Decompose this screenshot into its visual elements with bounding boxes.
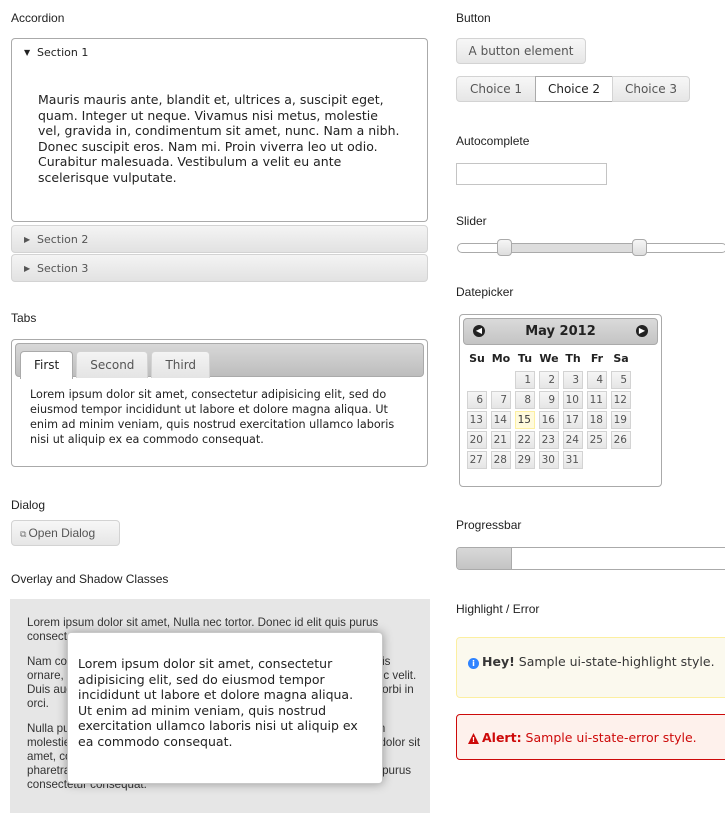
datepicker-day[interactable]: 9	[539, 391, 559, 409]
accordion-header-label: Section 2	[37, 233, 89, 246]
triangle-right-icon: ▶	[24, 264, 31, 273]
datepicker-day[interactable]: 13	[467, 411, 487, 429]
datepicker-day[interactable]: 28	[491, 451, 511, 469]
tab-bar: First Second Third	[15, 343, 424, 379]
datepicker-day[interactable]: 3	[563, 371, 583, 389]
datepicker-day[interactable]: 29	[515, 451, 535, 469]
triangle-down-icon: ▼	[24, 48, 31, 57]
datepicker-day[interactable]: 22	[515, 431, 535, 449]
tabs-heading: Tabs	[11, 311, 37, 325]
info-icon: i	[468, 658, 479, 669]
datepicker-day[interactable]: 26	[611, 431, 631, 449]
datepicker: ◀ May 2012 ▶ Su Mo Tu We Th Fr Sa 1 2 3 4 5 6 7 8 9 10 11…	[459, 314, 662, 487]
datepicker-day[interactable]: 27	[467, 451, 487, 469]
datepicker-day[interactable]: 6	[467, 391, 487, 409]
datepicker-title: May 2012	[525, 324, 596, 339]
datepicker-day[interactable]: 8	[515, 391, 535, 409]
overlay-heading: Overlay and Shadow Classes	[11, 572, 169, 586]
accordion-heading: Accordion	[11, 11, 65, 25]
datepicker-day[interactable]: 7	[491, 391, 511, 409]
highlight-strong: Hey!	[482, 654, 515, 669]
choice-3-button[interactable]: Choice 3	[612, 76, 690, 102]
weekday-label: We	[539, 352, 559, 365]
button-heading: Button	[456, 11, 491, 25]
highlight-error-heading: Highlight / Error	[456, 602, 540, 616]
weekday-label: Sa	[613, 352, 629, 365]
circle-triangle-e-icon[interactable]: ▶	[636, 325, 648, 337]
datepicker-day[interactable]: 30	[539, 451, 559, 469]
dialog-heading: Dialog	[11, 498, 46, 512]
tab-second[interactable]: Second	[76, 351, 149, 378]
autocomplete-heading: Autocomplete	[456, 134, 530, 148]
tab-third[interactable]: Third	[151, 351, 211, 378]
accordion-header-section-3[interactable]: ▶ Section 3	[11, 254, 428, 282]
datepicker-day[interactable]: 16	[539, 411, 559, 429]
error-message: ! Alert: Sample ui-state-error style.	[456, 714, 725, 760]
alert-icon: !	[468, 733, 479, 744]
datepicker-day[interactable]: 24	[563, 431, 583, 449]
datepicker-day[interactable]: 11	[587, 391, 607, 409]
datepicker-day-today[interactable]: 15	[515, 411, 535, 429]
triangle-right-icon: ▶	[24, 235, 31, 244]
slider-handle-end[interactable]	[632, 239, 647, 256]
shadow-box: Lorem ipsum dolor sit amet, consectetur …	[67, 632, 383, 784]
datepicker-day[interactable]: 2	[539, 371, 559, 389]
accordion-header-section-1[interactable]: ▼ Section 1	[11, 38, 428, 66]
datepicker-day[interactable]: 1	[515, 371, 535, 389]
weekday-label: Tu	[517, 352, 533, 365]
accordion-content: Mauris mauris ante, blandit et, ultrices…	[38, 92, 400, 185]
weekday-label: Mo	[491, 352, 511, 365]
circle-triangle-w-icon[interactable]: ◀	[473, 325, 485, 337]
datepicker-day[interactable]: 21	[491, 431, 511, 449]
weekday-label: Su	[469, 352, 485, 365]
slider-handle-start[interactable]	[497, 239, 512, 256]
datepicker-day[interactable]: 12	[611, 391, 631, 409]
autocomplete-input[interactable]	[456, 163, 607, 185]
datepicker-day[interactable]: 4	[587, 371, 607, 389]
datepicker-day[interactable]: 31	[563, 451, 583, 469]
tab-panel-content: Lorem ipsum dolor sit amet, consectetur …	[30, 388, 395, 446]
newwin-icon: ⧉	[20, 530, 27, 540]
datepicker-day[interactable]: 19	[611, 411, 631, 429]
choice-1-button[interactable]: Choice 1	[456, 76, 536, 102]
error-strong: Alert:	[482, 730, 522, 745]
slider-heading: Slider	[456, 214, 487, 228]
datepicker-heading: Datepicker	[456, 285, 514, 299]
shadow-box-text: Lorem ipsum dolor sit amet, consectetur …	[78, 656, 358, 749]
highlight-text: Sample ui-state-highlight style.	[514, 654, 715, 669]
datepicker-day[interactable]: 14	[491, 411, 511, 429]
tab-first[interactable]: First	[20, 351, 74, 379]
datepicker-day[interactable]: 18	[587, 411, 607, 429]
choice-2-button[interactable]: Choice 2	[535, 76, 613, 102]
datepicker-header: ◀ May 2012 ▶	[463, 318, 658, 345]
datepicker-day[interactable]: 23	[539, 431, 559, 449]
open-dialog-button[interactable]: ⧉ Open Dialog	[11, 520, 120, 546]
progressbar-heading: Progressbar	[456, 518, 522, 532]
error-text: Sample ui-state-error style.	[521, 730, 697, 745]
progressbar	[456, 547, 725, 570]
accordion-header-label: Section 3	[37, 262, 89, 275]
datepicker-day[interactable]: 10	[563, 391, 583, 409]
weekday-label: Th	[565, 352, 581, 365]
datepicker-day[interactable]: 20	[467, 431, 487, 449]
button-element[interactable]: A button element	[456, 38, 586, 64]
progressbar-value	[457, 548, 512, 569]
datepicker-day[interactable]: 25	[587, 431, 607, 449]
accordion-header-section-2[interactable]: ▶ Section 2	[11, 225, 428, 253]
accordion-header-label: Section 1	[37, 46, 89, 59]
highlight-message: i Hey! Sample ui-state-highlight style.	[456, 637, 725, 698]
accordion-panel-section-1: Mauris mauris ante, blandit et, ultrices…	[11, 66, 428, 222]
datepicker-day[interactable]: 5	[611, 371, 631, 389]
datepicker-day[interactable]: 17	[563, 411, 583, 429]
weekday-label: Fr	[590, 352, 604, 365]
slider-range	[505, 244, 641, 252]
tabs-widget: First Second Third Lorem ipsum dolor sit…	[11, 339, 428, 467]
